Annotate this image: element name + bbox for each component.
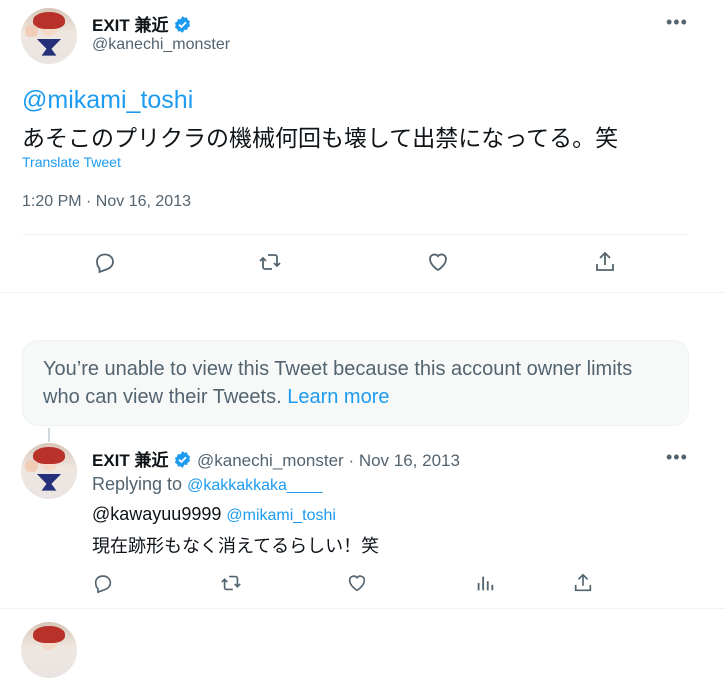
reply-date[interactable]: · Nov 16, 2013 [348,451,460,470]
tweet-text: あそこのプリクラの機械何回も壊して出禁になってる。笑 [22,125,619,151]
reply-header: EXIT 兼近 @kanechi_monster · Nov 16, 2013 [92,446,460,474]
retweet-icon[interactable] [220,572,242,594]
thread-connector [48,428,50,442]
reply-icon[interactable] [92,572,114,594]
share-icon[interactable] [572,572,594,594]
timestamp[interactable]: 1:20 PM · Nov 16, 2013 [22,193,191,211]
translate-link[interactable]: Translate Tweet [22,154,121,170]
display-name[interactable]: EXIT 兼近 [92,451,169,470]
verified-badge-icon [173,450,192,474]
reply-mentions: @kawayuu9999 @mikami_toshi [92,504,336,525]
display-name[interactable]: EXIT 兼近 [92,16,169,35]
share-icon[interactable] [593,250,617,274]
mention-link[interactable]: @mikami_toshi [226,507,336,524]
views-icon[interactable] [474,572,496,594]
learn-more-link[interactable]: Learn more [287,386,389,408]
like-icon[interactable] [426,250,450,274]
tweet-header: EXIT 兼近 [92,11,192,39]
avatar[interactable] [21,8,77,64]
replying-to-handle[interactable]: @kakkakkaka____ [187,477,322,494]
retweet-icon[interactable] [258,250,282,274]
avatar[interactable] [21,443,77,499]
reply-icon[interactable] [93,250,117,274]
like-icon[interactable] [346,572,368,594]
unavailable-notice: You’re unable to view this Tweet because… [22,340,689,426]
replying-to-label: Replying to [92,474,183,494]
reply-text: 現在跡形もなく消えてるらしい！笑 [92,536,380,556]
ellipsis-icon[interactable]: ••• [666,447,688,468]
avatar[interactable] [21,622,77,678]
handle[interactable]: @kanechi_monster [92,36,230,54]
handle[interactable]: @kanechi_monster [197,451,344,470]
ellipsis-icon[interactable]: ••• [666,12,688,33]
replying-to: Replying to @kakkakkaka____ [92,474,323,495]
mention-link[interactable]: @mikami_toshi [22,86,193,115]
mention-link[interactable]: @kawayuu9999 [92,504,221,524]
